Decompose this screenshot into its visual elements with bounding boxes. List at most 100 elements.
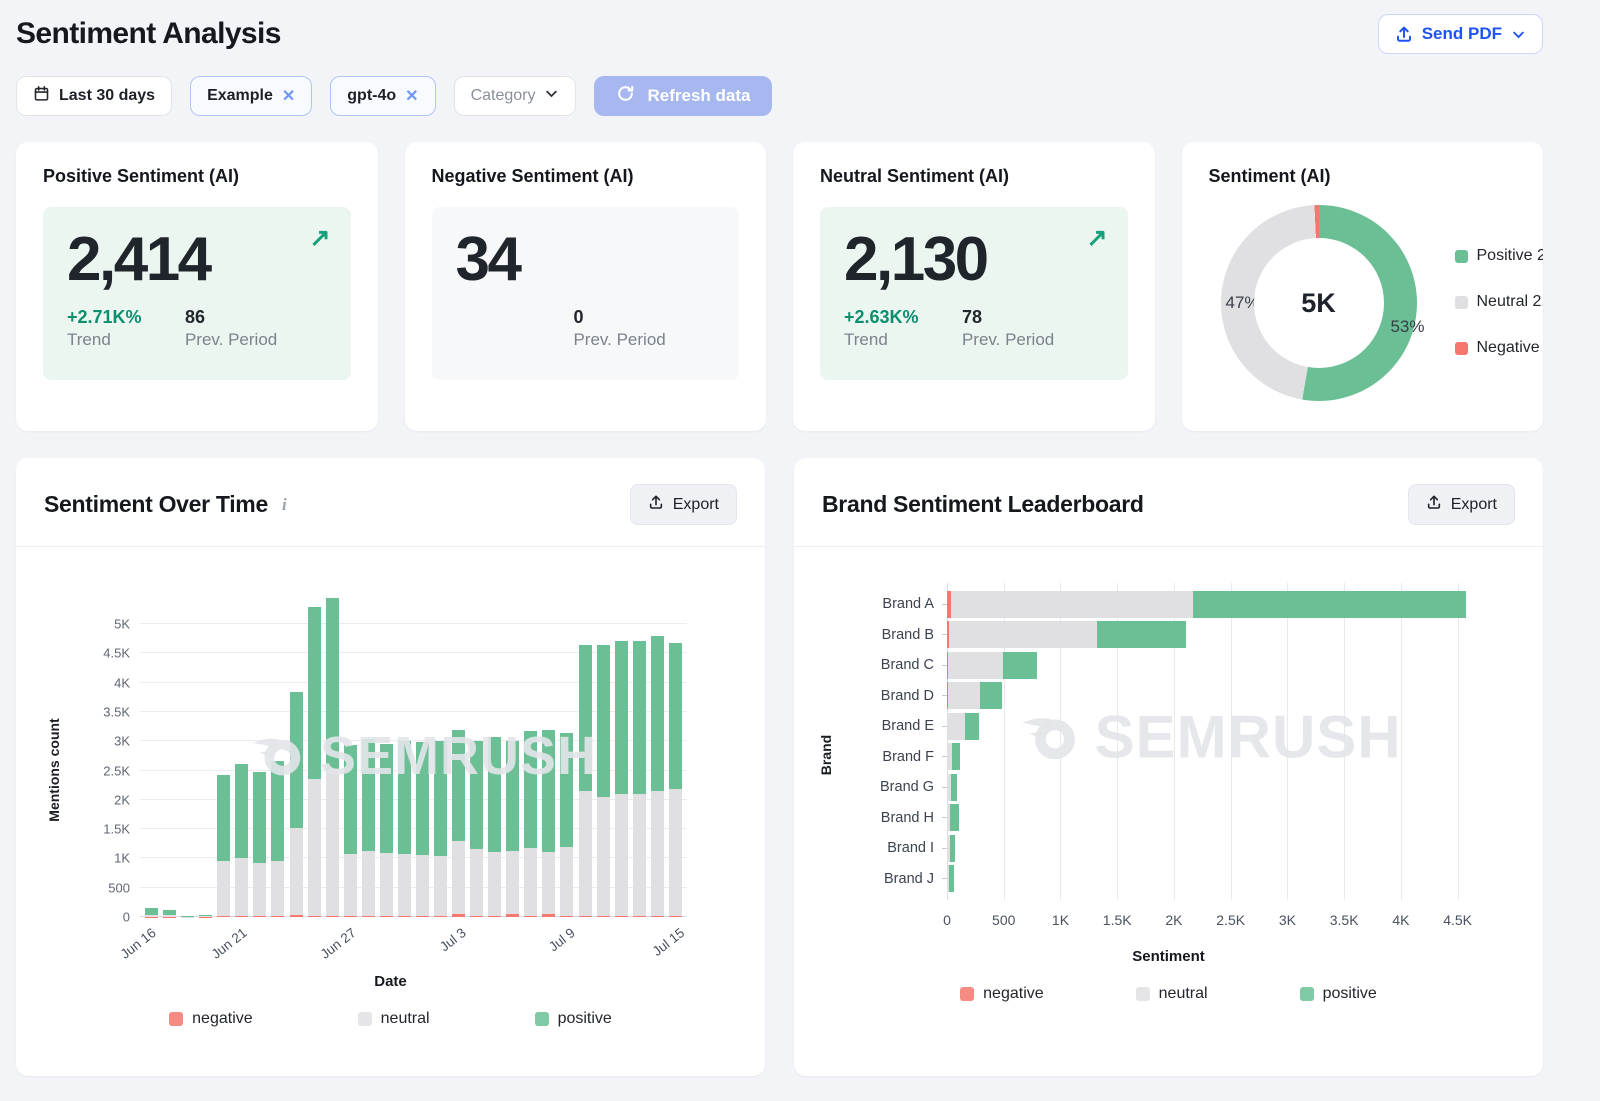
stacked-bar-brand-a[interactable] (947, 591, 1486, 618)
export-label: Export (673, 496, 719, 514)
stacked-bar-day-27[interactable] (633, 589, 646, 917)
x-tick-label: 4.5K (1443, 912, 1472, 928)
positive-segment (1193, 591, 1467, 618)
legend-label: positive (1323, 985, 1377, 1003)
stacked-bar-day-23[interactable] (560, 589, 573, 917)
donut-legend-item-negative[interactable]: Negative 34 (1455, 339, 1544, 357)
stacked-bar-day-12[interactable] (362, 589, 375, 917)
stacked-bar-day-2[interactable] (181, 589, 194, 917)
stacked-bar-day-5[interactable] (235, 589, 248, 917)
stacked-bar-day-3[interactable] (199, 589, 212, 917)
stacked-bar-day-29[interactable] (669, 589, 682, 917)
x-axis-title: Sentiment (794, 948, 1543, 965)
legend-item-positive[interactable]: positive (535, 1010, 612, 1028)
neutral-segment (615, 794, 628, 916)
negative-segment (290, 915, 303, 917)
stacked-bar-day-22[interactable] (542, 589, 555, 917)
filter-chip-example[interactable]: Example ✕ (190, 76, 312, 116)
stacked-bar-day-1[interactable] (163, 589, 176, 917)
time-chart-body: Mentions count 05001K1.5K2K2.5K3K3.5K4K4… (16, 547, 765, 1028)
stacked-bar-day-0[interactable] (145, 589, 158, 917)
stacked-bar-day-14[interactable] (398, 589, 411, 917)
stacked-bar-brand-j[interactable] (947, 865, 1486, 892)
stacked-bar-brand-e[interactable] (947, 713, 1486, 740)
stacked-bar-day-16[interactable] (434, 589, 447, 917)
brand-label: Brand J (884, 871, 934, 887)
close-icon[interactable]: ✕ (282, 86, 295, 106)
send-pdf-button[interactable]: Send PDF (1378, 14, 1543, 54)
stacked-bar-brand-g[interactable] (947, 774, 1486, 801)
stacked-bar-day-9[interactable] (308, 589, 321, 917)
stacked-bar-brand-i[interactable] (947, 835, 1486, 862)
x-tick-label: 3K (1279, 912, 1296, 928)
legend-item-negative[interactable]: negative (960, 985, 1044, 1003)
stacked-bar-brand-h[interactable] (947, 804, 1486, 831)
stacked-bar-brand-b[interactable] (947, 621, 1486, 648)
negative-segment (470, 916, 483, 917)
stacked-bar-day-21[interactable] (524, 589, 537, 917)
sentiment-over-time-card: Sentiment Over Time i Export Mentions co… (16, 458, 765, 1076)
close-icon[interactable]: ✕ (405, 86, 418, 106)
stacked-bar-day-10[interactable] (326, 589, 339, 917)
filter-bar: Last 30 days Example ✕ gpt-4o ✕ Category… (16, 76, 1543, 116)
negative-segment (506, 914, 519, 917)
kpi-card-negative: Negative Sentiment (AI) 34 0 Prev. Perio… (405, 142, 767, 431)
stacked-bar-day-17[interactable] (452, 589, 465, 917)
donut-legend-item-positive[interactable]: Positive 2.4K (1455, 247, 1544, 265)
date-range-picker[interactable]: Last 30 days (16, 76, 172, 116)
negative-segment (669, 916, 682, 917)
neutral-segment (597, 797, 610, 916)
x-tick-label: 3.5K (1330, 912, 1359, 928)
stacked-bar-brand-f[interactable] (947, 743, 1486, 770)
stacked-bar-day-19[interactable] (488, 589, 501, 917)
stacked-bar-day-18[interactable] (470, 589, 483, 917)
upload-icon (1395, 25, 1413, 43)
x-tick-label: Jul 3 (437, 925, 469, 954)
date-range-label: Last 30 days (59, 87, 155, 105)
legend-label: neutral (1159, 985, 1208, 1003)
time-chart-plot: 05001K1.5K2K2.5K3K3.5K4K4.5K5KSEMRUSH (140, 589, 687, 917)
chevron-down-icon (544, 86, 559, 106)
positive-segment (326, 598, 339, 769)
positive-segment (145, 908, 158, 915)
stacked-bar-brand-c[interactable] (947, 652, 1486, 679)
info-icon[interactable]: i (282, 495, 287, 515)
legend-item-negative[interactable]: negative (169, 1010, 253, 1028)
stacked-bar-brand-d[interactable] (947, 682, 1486, 709)
neutral-segment (271, 861, 284, 915)
export-button[interactable]: Export (630, 484, 737, 525)
export-button[interactable]: Export (1408, 484, 1515, 525)
neutral-segment (470, 849, 483, 916)
neutral-segment (380, 853, 393, 916)
filter-chip-label: Example (207, 87, 273, 105)
stacked-bar-day-6[interactable] (253, 589, 266, 917)
stacked-bar-day-25[interactable] (597, 589, 610, 917)
stacked-bar-day-13[interactable] (380, 589, 393, 917)
sentiment-donut-chart[interactable]: 47% 53% 5K (1221, 205, 1417, 401)
neutral-segment (948, 652, 1004, 679)
stacked-bar-day-8[interactable] (290, 589, 303, 917)
refresh-data-button[interactable]: Refresh data (594, 76, 772, 116)
leaderboard-body: Brand Brand ABrand BBrand CBrand DBrand … (794, 547, 1543, 1003)
stacked-bar-day-20[interactable] (506, 589, 519, 917)
stacked-bar-day-11[interactable] (344, 589, 357, 917)
x-tick-label: 2K (1165, 912, 1182, 928)
filter-chip-gpt4o[interactable]: gpt-4o ✕ (330, 76, 435, 116)
stacked-bar-day-28[interactable] (651, 589, 664, 917)
stacked-bar-day-7[interactable] (271, 589, 284, 917)
stacked-bar-day-15[interactable] (416, 589, 429, 917)
category-dropdown[interactable]: Category (454, 76, 577, 116)
donut-legend-item-neutral[interactable]: Neutral 2.1K (1455, 293, 1544, 311)
legend-item-neutral[interactable]: neutral (1136, 985, 1208, 1003)
kpi-row: Positive Sentiment (AI) ↗ 2,414 +2.71K% … (16, 142, 1543, 431)
stacked-bar-day-4[interactable] (217, 589, 230, 917)
y-tick-label: 3.5K (103, 705, 130, 720)
positive-segment (452, 730, 465, 841)
positive-segment (542, 730, 555, 852)
legend-item-positive[interactable]: positive (1300, 985, 1377, 1003)
legend-item-neutral[interactable]: neutral (358, 1010, 430, 1028)
leaderboard-row-brand-g: Brand G (947, 772, 1486, 803)
stacked-bar-day-24[interactable] (579, 589, 592, 917)
stacked-bar-day-26[interactable] (615, 589, 628, 917)
neutral-swatch-icon (1455, 296, 1468, 309)
